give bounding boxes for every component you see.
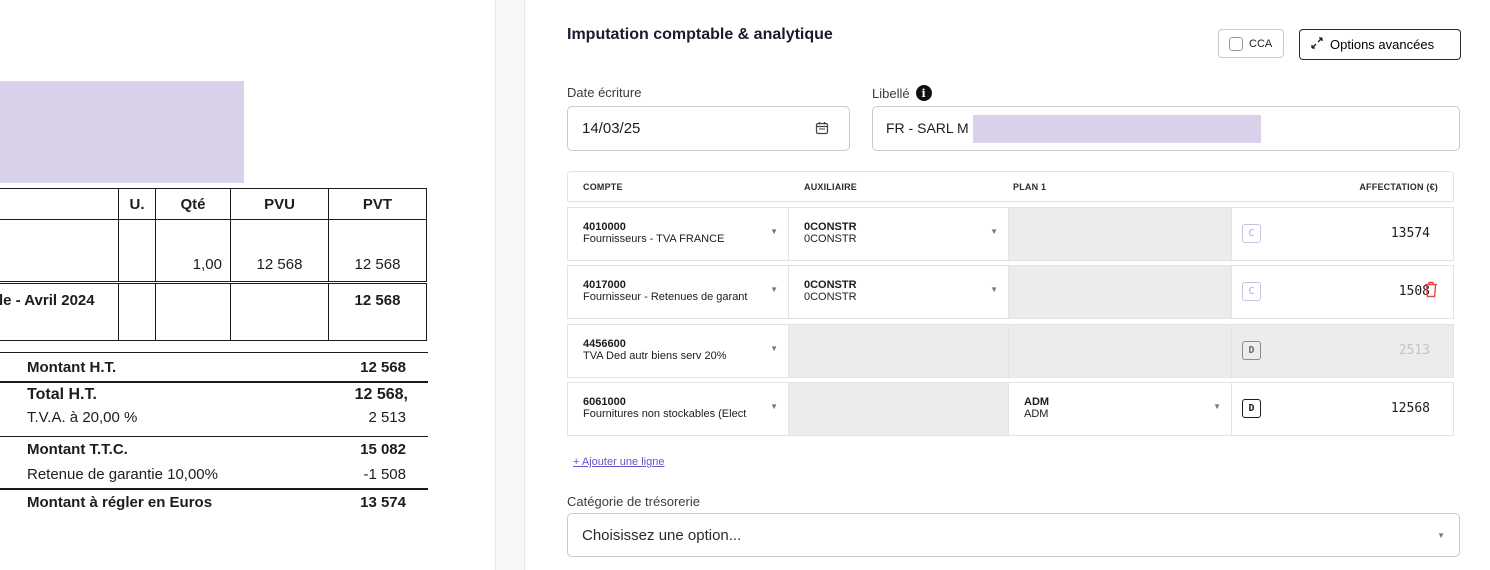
chevron-down-icon: ▼ bbox=[1437, 531, 1445, 540]
amount-value[interactable]: 13574 bbox=[1327, 226, 1430, 241]
auxiliaire-select[interactable]: 0CONSTR 0CONSTR ▼ bbox=[789, 208, 1009, 260]
redacted-block bbox=[0, 81, 244, 183]
compte-select[interactable]: 6061000 Fournitures non stockables (Elec… bbox=[568, 383, 789, 435]
header-unit: U. bbox=[118, 188, 156, 220]
treso-select[interactable]: Choisissez une option... ▼ bbox=[567, 513, 1460, 557]
invoice-document: U. Qté PVU PVT 1,00 12 568 12 568 le - A… bbox=[0, 0, 495, 570]
subtotal-label: le - Avril 2024 bbox=[0, 281, 119, 341]
invoice-line: 1,00 12 568 12 568 bbox=[0, 219, 427, 283]
compte-select[interactable]: 4010000 Fournisseurs - TVA FRANCE ▼ bbox=[568, 208, 789, 260]
line-unit bbox=[118, 219, 156, 283]
info-icon[interactable]: i bbox=[915, 85, 932, 101]
line-unit-price: 12 568 bbox=[230, 219, 329, 283]
affectation-cell[interactable]: C 1508 bbox=[1232, 266, 1453, 318]
amount-value[interactable]: 12568 bbox=[1327, 401, 1430, 416]
credit-debit-badge[interactable]: C bbox=[1242, 224, 1261, 243]
header-designation bbox=[0, 188, 119, 220]
plan-select bbox=[1009, 325, 1232, 377]
header-unit-price: PVU bbox=[230, 188, 329, 220]
advanced-options-button[interactable]: Options avancées bbox=[1299, 29, 1461, 60]
cca-label: CCA bbox=[1249, 37, 1273, 50]
chevron-down-icon: ▼ bbox=[990, 227, 998, 236]
plan-select bbox=[1009, 208, 1232, 260]
libelle-label: Libellé bbox=[872, 85, 910, 101]
amount-value[interactable]: 1508 bbox=[1327, 284, 1430, 299]
date-value: 14/03/25 bbox=[582, 120, 641, 137]
subtotal-qty bbox=[155, 281, 231, 341]
treso-placeholder: Choisissez une option... bbox=[582, 527, 742, 544]
table-row: 4017000 Fournisseur - Retenues de garant… bbox=[567, 265, 1454, 319]
subtotal-value: 12 568 bbox=[328, 281, 427, 341]
libelle-field[interactable]: FR - SARL M bbox=[872, 106, 1460, 151]
col-compte: COMPTE bbox=[583, 182, 623, 192]
plan-select bbox=[1009, 266, 1232, 318]
plan-select[interactable]: ADM ADM ▼ bbox=[1009, 383, 1232, 435]
libelle-label-wrap: Libellé i bbox=[872, 85, 932, 101]
auxiliaire-select bbox=[789, 383, 1009, 435]
invoice-header-row: U. Qté PVU PVT bbox=[0, 188, 427, 220]
credit-debit-badge: D bbox=[1242, 341, 1261, 360]
invoice-totals: Montant H.T. 12 568 Total H.T. 12 568, T… bbox=[0, 352, 428, 513]
affectation-cell[interactable]: D 12568 bbox=[1232, 383, 1453, 435]
credit-debit-badge[interactable]: D bbox=[1242, 399, 1261, 418]
amount-value: 2513 bbox=[1398, 343, 1430, 358]
redacted-block bbox=[973, 115, 1261, 143]
trash-icon[interactable] bbox=[1424, 281, 1438, 303]
total-row-retenue: Retenue de garantie 10,00% -1 508 bbox=[27, 466, 406, 483]
cca-checkbox[interactable] bbox=[1229, 36, 1243, 51]
accounting-form: Imputation comptable & analytique CCA Op… bbox=[525, 0, 1490, 570]
section-title: Imputation comptable & analytique bbox=[567, 26, 833, 43]
total-row-ttc: Montant T.T.C. 15 082 bbox=[0, 436, 428, 460]
credit-debit-badge[interactable]: C bbox=[1242, 282, 1261, 301]
subtotal-unit bbox=[118, 281, 156, 341]
col-auxiliaire: AUXILIAIRE bbox=[804, 182, 858, 192]
chevron-down-icon: ▼ bbox=[770, 227, 778, 236]
panel-divider[interactable] bbox=[495, 0, 525, 570]
col-plan: PLAN 1 bbox=[1013, 182, 1047, 192]
header-total-price: PVT bbox=[328, 188, 427, 220]
table-row: 6061000 Fournitures non stockables (Elec… bbox=[567, 382, 1454, 436]
total-row-montant-ht: Montant H.T. 12 568 bbox=[0, 352, 428, 381]
subtotal-unit-price bbox=[230, 281, 329, 341]
date-label: Date écriture bbox=[567, 85, 642, 100]
chevron-down-icon: ▼ bbox=[770, 285, 778, 294]
table-row: 4010000 Fournisseurs - TVA FRANCE ▼ 0CON… bbox=[567, 207, 1454, 261]
calendar-icon[interactable] bbox=[815, 121, 829, 140]
line-designation bbox=[0, 219, 119, 283]
date-field[interactable]: 14/03/25 bbox=[567, 106, 850, 151]
lines-table-header: COMPTE AUXILIAIRE PLAN 1 AFFECTATION (€) bbox=[567, 171, 1454, 202]
treso-label: Catégorie de trésorerie bbox=[567, 494, 700, 509]
chevron-down-icon: ▼ bbox=[1213, 402, 1221, 411]
total-row-tva: T.V.A. à 20,00 % 2 513 bbox=[27, 409, 406, 426]
affectation-cell: D 2513 bbox=[1232, 325, 1453, 377]
advanced-options-label: Options avancées bbox=[1330, 37, 1435, 52]
libelle-value: FR - SARL M bbox=[886, 120, 969, 136]
line-qty: 1,00 bbox=[155, 219, 231, 283]
compte-select[interactable]: 4456600 TVA Ded autr biens serv 20% ▼ bbox=[568, 325, 789, 377]
invoice-lines-table: U. Qté PVU PVT 1,00 12 568 12 568 le - A… bbox=[0, 188, 427, 341]
header-qty: Qté bbox=[155, 188, 231, 220]
add-line-link[interactable]: + Ajouter une ligne bbox=[573, 456, 664, 468]
invoice-subtotal-line: le - Avril 2024 12 568 bbox=[0, 281, 427, 341]
chevron-down-icon: ▼ bbox=[990, 285, 998, 294]
auxiliaire-select bbox=[789, 325, 1009, 377]
table-row: 4456600 TVA Ded autr biens serv 20% ▼ D … bbox=[567, 324, 1454, 378]
compte-select[interactable]: 4017000 Fournisseur - Retenues de garant… bbox=[568, 266, 789, 318]
affectation-cell[interactable]: C 13574 bbox=[1232, 208, 1453, 260]
auxiliaire-select[interactable]: 0CONSTR 0CONSTR ▼ bbox=[789, 266, 1009, 318]
cca-toggle[interactable]: CCA bbox=[1218, 29, 1284, 58]
line-total-price: 12 568 bbox=[328, 219, 427, 283]
expand-icon bbox=[1310, 36, 1324, 53]
chevron-down-icon: ▼ bbox=[770, 402, 778, 411]
chevron-down-icon: ▼ bbox=[770, 344, 778, 353]
total-row-a-regler: Montant à régler en Euros 13 574 bbox=[0, 488, 428, 513]
col-affectation: AFFECTATION (€) bbox=[1359, 182, 1438, 192]
total-row-total-ht: Total H.T. 12 568, bbox=[0, 381, 428, 406]
